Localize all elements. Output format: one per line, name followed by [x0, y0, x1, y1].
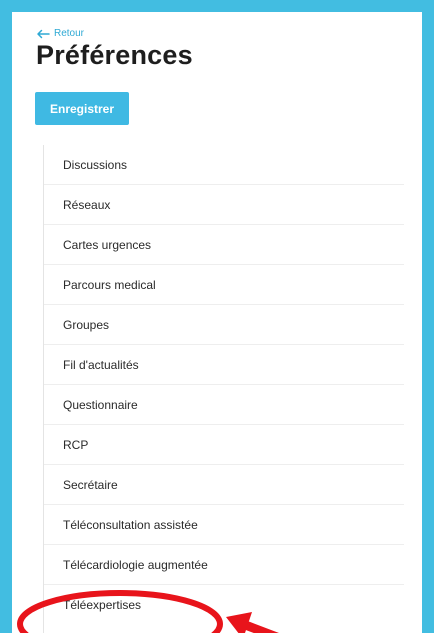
menu-item-teleexpertises[interactable]: Téléexpertises: [44, 585, 404, 625]
save-button[interactable]: Enregistrer: [35, 92, 129, 125]
page-title: Préférences: [36, 40, 193, 70]
menu-item-teleconsultation-assistee[interactable]: Téléconsultation assistée: [44, 505, 404, 545]
preferences-menu: Discussions Réseaux Cartes urgences Parc…: [43, 145, 404, 633]
menu-item-rcp[interactable]: RCP: [44, 425, 404, 465]
back-label: Retour: [54, 28, 85, 39]
menu-item-questionnaire[interactable]: Questionnaire: [44, 385, 404, 425]
preferences-panel: Retour Préférences Enregistrer Discussio…: [12, 12, 422, 633]
menu-item-cartes-urgences[interactable]: Cartes urgences: [44, 225, 404, 265]
menu-item-parcours-medical[interactable]: Parcours medical: [44, 265, 404, 305]
menu-item-secretaire[interactable]: Secrétaire: [44, 465, 404, 505]
arrow-left-icon: [36, 29, 50, 39]
menu-item-telecardiologie-augmentee[interactable]: Télécardiologie augmentée: [44, 545, 404, 585]
menu-item-fil-actualites[interactable]: Fil d'actualités: [44, 345, 404, 385]
menu-item-groupes[interactable]: Groupes: [44, 305, 404, 345]
menu-item-discussions[interactable]: Discussions: [44, 145, 404, 185]
back-link[interactable]: Retour: [36, 28, 84, 39]
menu-item-reseaux[interactable]: Réseaux: [44, 185, 404, 225]
